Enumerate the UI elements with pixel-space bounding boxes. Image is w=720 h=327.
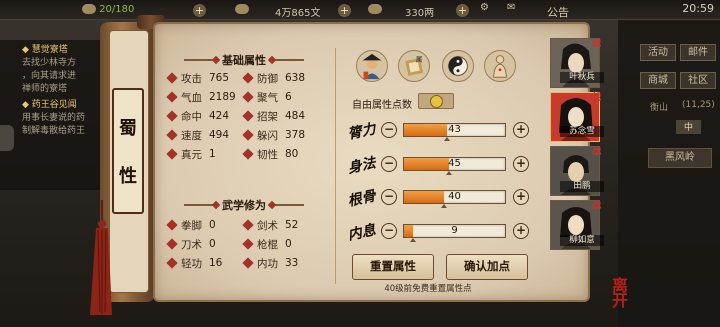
reset-note: 40级前免费重置属性点 <box>384 284 472 294</box>
martial-fist: 拳脚 0 <box>166 217 244 233</box>
attr-attack: 攻击 765 <box>166 70 244 86</box>
martial-grid: 拳脚 0 剑术 52 刀术 0 枪棍 0 轻功 16 内功 33 <box>166 217 320 271</box>
constitution-plus-button[interactable]: + <box>513 189 529 205</box>
location-label: 衡山 <box>650 103 669 113</box>
attr-focus: 聚气 6 <box>242 89 320 105</box>
attr-accuracy: 命中 424 <box>166 108 244 124</box>
breath-bar: 9 <box>403 224 506 242</box>
breath-plus-button[interactable]: + <box>513 223 529 239</box>
attr-defense: 防御 638 <box>242 70 320 86</box>
free-points-label: 自由属性点数 <box>352 100 412 111</box>
right-menu-panel <box>618 20 720 327</box>
tab-character-icon[interactable] <box>356 50 388 82</box>
announcement-button[interactable]: 公告 <box>547 4 569 20</box>
character-name-3: 田鹏 <box>560 181 604 192</box>
money-icon <box>235 4 249 15</box>
confirm-points-button[interactable]: 确认加点 <box>446 254 528 280</box>
activity-button[interactable]: 活动 <box>640 44 676 61</box>
tab-attributes-icon[interactable]: 属 <box>398 50 430 82</box>
add-money-button[interactable]: + <box>338 4 351 17</box>
free-points-value <box>418 93 454 109</box>
school-label: 蜀 性 <box>112 88 144 214</box>
character-name-4: 柳如意 <box>560 235 604 246</box>
constitution-minus-button[interactable]: − <box>381 189 397 205</box>
basic-attrs-title: 基础属性 <box>184 52 304 68</box>
coords-label: (11,25) <box>682 100 715 110</box>
strength-minus-button[interactable]: − <box>381 122 397 138</box>
quest-tracker[interactable]: ◆ 慧觉寮塔 去找少林寺方 ，向其请求进 禅师的寮塔 ◆ 药王谷见闻 用事长妻说… <box>0 40 115 190</box>
constitution-bar: 40 <box>403 190 506 208</box>
leave-seal-button[interactable]: 离开 <box>612 278 632 309</box>
character-tag-3: 战 <box>592 147 602 157</box>
martial-blade: 刀术 0 <box>166 236 244 252</box>
constitution-bar-marker <box>441 204 448 208</box>
silver-icon <box>368 4 382 15</box>
agility-minus-button[interactable]: − <box>381 156 397 172</box>
basic-attrs-grid: 攻击 765 防御 638 气血 2189 聚气 6 命中 424 招架 484 速度 494… <box>166 70 320 162</box>
mail-button[interactable]: 邮件 <box>680 44 716 61</box>
martial-spear: 枪棍 0 <box>242 236 320 252</box>
silver-display: 330两 <box>405 8 435 19</box>
attr-dodge: 躲闪 378 <box>242 127 320 143</box>
attr-toughness: 韧性 80 <box>242 146 320 162</box>
school-char: 蜀 <box>119 118 137 139</box>
strength-plus-button[interactable]: + <box>513 122 529 138</box>
settings-icon[interactable]: ⚙ <box>480 2 489 13</box>
map-location-button[interactable]: 黑风岭 <box>648 148 712 168</box>
community-button[interactable]: 社区 <box>680 72 716 89</box>
martial-lightness: 轻功 16 <box>166 255 244 271</box>
martial-inner: 内功 33 <box>242 255 320 271</box>
character-name-1: 叶秋兵 <box>560 72 604 83</box>
add-stamina-button[interactable]: + <box>193 4 206 17</box>
breath-minus-button[interactable]: − <box>381 223 397 239</box>
attr-hp: 气血 2189 <box>166 89 244 105</box>
character-tag-1: 战 <box>592 39 602 49</box>
svg-text:属: 属 <box>416 55 423 63</box>
attr-speed: 速度 494 <box>166 127 244 143</box>
agility-plus-button[interactable]: + <box>513 156 529 172</box>
column-divider <box>335 48 336 284</box>
tab-meridian-icon[interactable] <box>484 50 516 82</box>
strength-bar: 43 <box>403 123 506 141</box>
money-display: 4万865文 <box>275 8 321 19</box>
martial-title: 武学修为 <box>184 197 304 213</box>
agility-bar-marker <box>446 171 453 175</box>
reset-attributes-button[interactable]: 重置属性 <box>352 254 434 280</box>
tab-skills-icon[interactable] <box>442 50 474 82</box>
breath-bar-marker <box>410 238 417 242</box>
direction-label: 中 <box>676 120 702 134</box>
top-status-bar: 20/180 + 4万865文 + 330两 + ⚙ ✉ <box>0 0 720 20</box>
attr-parry: 招架 484 <box>242 108 320 124</box>
martial-sword: 剑术 52 <box>242 217 320 233</box>
clock: 20:59 <box>682 2 714 15</box>
stamina-display: 20/180 <box>82 4 134 15</box>
character-name-2: 苏念雪 <box>560 126 604 137</box>
school-char: 性 <box>119 166 137 187</box>
character-tag-4: 战 <box>592 201 602 211</box>
strength-bar-marker <box>444 137 451 141</box>
agility-bar: 45 <box>403 157 506 175</box>
mail-icon[interactable]: ✉ <box>507 2 515 13</box>
shop-button[interactable]: 商城 <box>640 72 676 89</box>
side-drawer-handle[interactable] <box>0 125 14 151</box>
add-silver-button[interactable]: + <box>456 4 469 17</box>
character-tag-2: 战 <box>592 93 602 103</box>
scroll-tassel <box>90 200 112 315</box>
attr-true-energy: 真元 1 <box>166 146 244 162</box>
